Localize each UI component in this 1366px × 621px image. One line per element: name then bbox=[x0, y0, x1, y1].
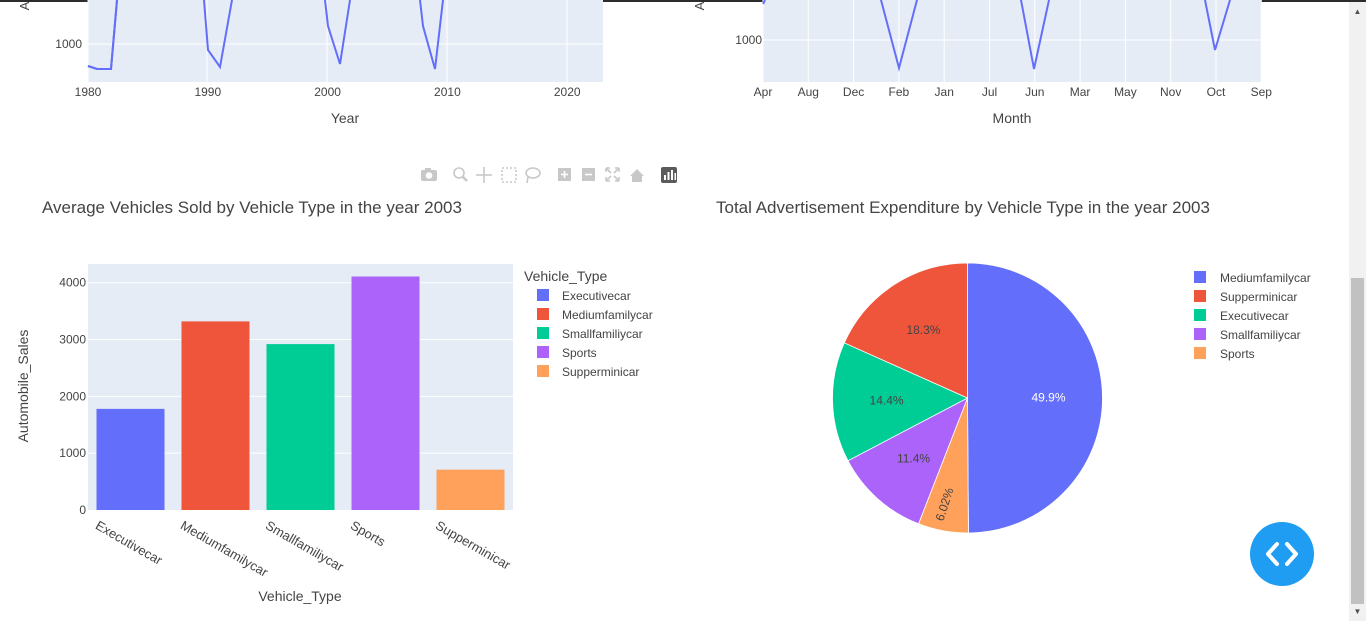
legend: Vehicle_Type Executivecar Mediumfamilycar… bbox=[524, 268, 653, 379]
plot-area bbox=[763, 0, 1261, 82]
y-tick-label: 0 bbox=[79, 503, 86, 517]
box-select-icon[interactable] bbox=[501, 167, 517, 183]
y-tick-label: 1000 bbox=[55, 37, 82, 51]
y-axis-label-fragment: A bbox=[17, 1, 32, 10]
x-tick-label: Oct bbox=[1207, 85, 1226, 99]
top-left-line-chart: 1000 A 1980 1990 2000 2010 2020 Year bbox=[17, 0, 603, 126]
legend-item-label[interactable]: Executivecar bbox=[1220, 309, 1289, 323]
pie-slice-label: 49.9% bbox=[1031, 391, 1065, 405]
scroll-up-arrow-icon[interactable]: ▲ bbox=[1349, 4, 1366, 20]
x-tick-label: Mar bbox=[1070, 85, 1091, 99]
legend-item-label[interactable]: Smallfamiliycar bbox=[562, 327, 643, 341]
x-tick-label: Smallfamiliycar bbox=[263, 518, 347, 575]
x-tick-label: Jun bbox=[1025, 85, 1044, 99]
y-axis-title: Automobile_Sales bbox=[15, 330, 31, 443]
zoom-out-icon[interactable] bbox=[582, 168, 595, 181]
legend-item-label[interactable]: Supperminicar bbox=[1220, 290, 1297, 304]
legend-item-label[interactable]: Mediumfamilycar bbox=[562, 308, 653, 322]
chart-title: Total Advertisement Expenditure by Vehic… bbox=[716, 198, 1210, 217]
x-tick-label: 1990 bbox=[194, 85, 221, 99]
x-tick-label: Apr bbox=[754, 85, 773, 99]
pan-icon[interactable] bbox=[476, 167, 492, 183]
vertical-scrollbar[interactable]: ▲ ▼ bbox=[1349, 2, 1366, 621]
bar-executivecar[interactable] bbox=[96, 408, 165, 510]
x-axis-title: Year bbox=[331, 110, 360, 126]
legend-item-label[interactable]: Supperminicar bbox=[562, 365, 639, 379]
bar-sports[interactable] bbox=[351, 276, 420, 510]
x-tick-label: 2000 bbox=[314, 85, 341, 99]
legend-swatch[interactable] bbox=[1194, 347, 1206, 359]
x-tick-label: 2010 bbox=[434, 85, 461, 99]
legend-swatch[interactable] bbox=[537, 308, 549, 320]
legend-item-label[interactable]: Sports bbox=[562, 346, 597, 360]
legend-swatch[interactable] bbox=[1194, 328, 1206, 340]
pie-chart: Total Advertisement Expenditure by Vehic… bbox=[716, 198, 1311, 534]
x-tick-label: Feb bbox=[889, 85, 910, 99]
x-tick-label: May bbox=[1114, 85, 1137, 99]
legend-item-label[interactable]: Sports bbox=[1220, 347, 1255, 361]
y-tick-label: 3000 bbox=[59, 333, 86, 347]
autoscale-icon[interactable] bbox=[605, 167, 620, 182]
pie-slice-label: 11.4% bbox=[897, 451, 930, 465]
modebar bbox=[421, 167, 677, 184]
zoom-in-icon[interactable] bbox=[558, 168, 571, 181]
legend-swatch[interactable] bbox=[1194, 271, 1206, 283]
legend-swatch[interactable] bbox=[1194, 290, 1206, 302]
legend: Mediumfamilycar Supperminicar Executivecar… bbox=[1194, 271, 1311, 361]
y-tick-label: 4000 bbox=[59, 276, 86, 290]
bar-smallfamiliycar[interactable] bbox=[266, 344, 335, 510]
top-right-line-chart: 1000 A Apr Aug Dec Feb Jan Jul Jun Mar May Nov Oct… bbox=[692, 0, 1272, 126]
pie-slice-label: 14.4% bbox=[870, 394, 904, 408]
pie-slice-label: 18.3% bbox=[906, 323, 940, 337]
y-tick-label: 1000 bbox=[59, 446, 86, 460]
legend-title: Vehicle_Type bbox=[524, 268, 607, 284]
scroll-down-arrow-icon[interactable]: ▼ bbox=[1349, 604, 1366, 620]
camera-icon[interactable] bbox=[421, 168, 437, 181]
legend-item-label[interactable]: Mediumfamilycar bbox=[1220, 271, 1311, 285]
chart-title: Average Vehicles Sold by Vehicle Type in… bbox=[42, 198, 462, 217]
y-axis-label-fragment: A bbox=[692, 1, 707, 10]
bar-chart: Average Vehicles Sold by Vehicle Type in… bbox=[15, 198, 653, 604]
plot-area bbox=[88, 0, 603, 82]
x-tick-label: Jan bbox=[935, 85, 954, 99]
x-tick-label: 2020 bbox=[554, 85, 581, 99]
zoom-icon[interactable] bbox=[453, 167, 468, 182]
x-tick-label: Executivecar bbox=[93, 518, 166, 569]
bar-mediumfamilycar[interactable] bbox=[181, 321, 250, 510]
x-tick-label: Supperminicar bbox=[433, 518, 514, 573]
plotly-logo-icon[interactable] bbox=[661, 167, 677, 183]
x-tick-label: Sports bbox=[348, 518, 388, 550]
legend-swatch[interactable] bbox=[537, 365, 549, 377]
bar-supperminicar[interactable] bbox=[436, 469, 505, 510]
x-tick-label: Dec bbox=[843, 85, 864, 99]
x-tick-label: Jul bbox=[982, 85, 997, 99]
x-tick-label: 1980 bbox=[75, 85, 102, 99]
lasso-icon[interactable] bbox=[525, 167, 541, 184]
legend-item-label[interactable]: Executivecar bbox=[562, 289, 631, 303]
home-icon[interactable] bbox=[630, 169, 644, 182]
x-tick-label: Nov bbox=[1160, 85, 1181, 99]
legend-item-label[interactable]: Smallfamiliycar bbox=[1220, 328, 1301, 342]
legend-swatch[interactable] bbox=[537, 327, 549, 339]
legend-swatch[interactable] bbox=[537, 289, 549, 301]
legend-swatch[interactable] bbox=[537, 346, 549, 358]
scrollbar-thumb[interactable] bbox=[1351, 278, 1364, 604]
y-tick-label: 1000 bbox=[735, 33, 762, 47]
x-tick-label: Aug bbox=[798, 85, 819, 99]
code-toggle-button[interactable] bbox=[1250, 522, 1314, 586]
code-icon bbox=[1266, 542, 1298, 566]
x-tick-label: Sep bbox=[1251, 85, 1273, 99]
x-axis-title: Vehicle_Type bbox=[258, 588, 341, 604]
legend-swatch[interactable] bbox=[1194, 309, 1206, 321]
x-axis-title: Month bbox=[993, 110, 1032, 126]
y-tick-label: 2000 bbox=[59, 389, 86, 403]
plots-canvas: 1000 A 1980 1990 2000 2010 2020 Year 1000 A … bbox=[15, 0, 1311, 604]
x-tick-label: Mediumfamilycar bbox=[178, 518, 271, 580]
